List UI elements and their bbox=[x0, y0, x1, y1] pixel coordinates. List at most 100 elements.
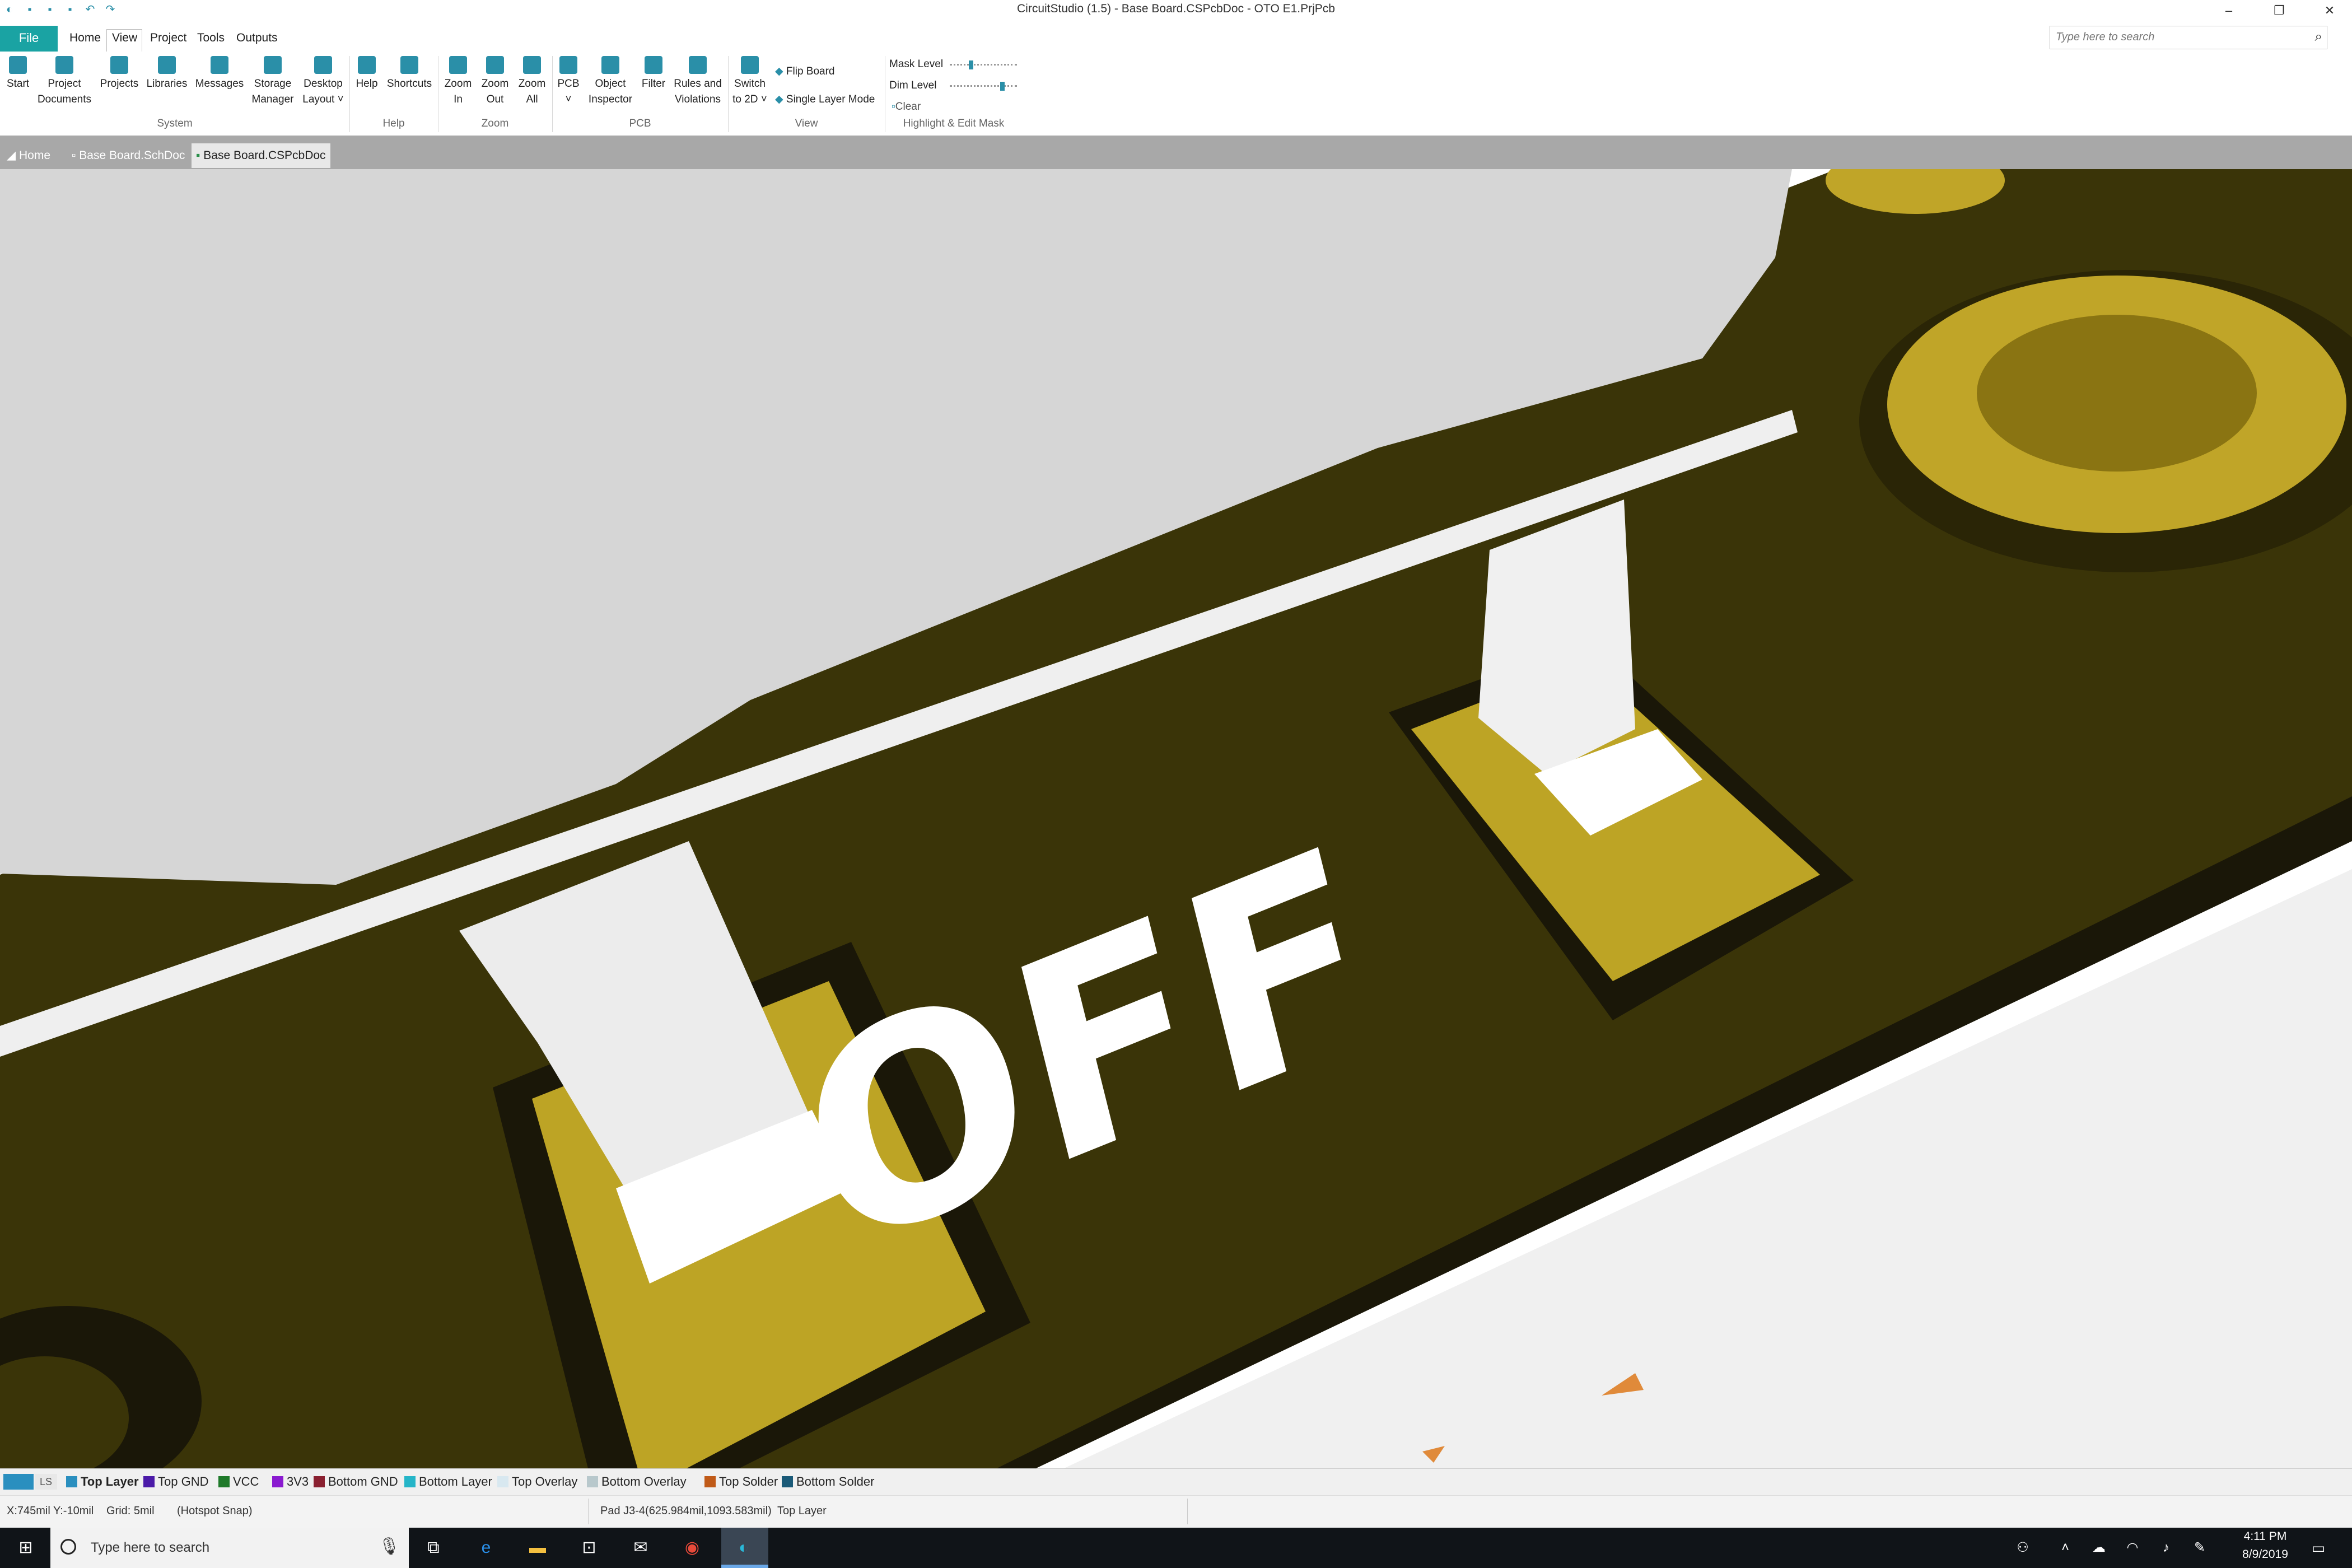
button-label: Zoom bbox=[444, 78, 472, 90]
layer-tab-vcc[interactable]: VCC bbox=[218, 1473, 259, 1491]
group-label-highlight-edit-mask: Highlight & Edit Mask bbox=[903, 118, 1005, 129]
zoom-in-button[interactable]: Zoom In bbox=[441, 56, 475, 108]
layer-tab-top-solder[interactable]: Top Solder bbox=[704, 1473, 778, 1491]
shortcuts-button[interactable]: Shortcuts bbox=[383, 56, 436, 92]
start-button[interactable]: Start bbox=[4, 56, 31, 92]
button-label: Documents bbox=[37, 94, 92, 105]
network-icon[interactable]: ◠ bbox=[2120, 1536, 2145, 1560]
chrome-icon[interactable]: ◉ bbox=[680, 1536, 704, 1560]
flip-board-button[interactable]: ◆ Flip Board bbox=[775, 65, 835, 78]
tab-home[interactable]: ◢ Home bbox=[2, 143, 55, 168]
menu-view[interactable]: View bbox=[112, 31, 137, 45]
layer-color-swatch bbox=[314, 1476, 325, 1487]
switch-to-2d-button[interactable]: Switch to 2D ˅ bbox=[730, 56, 769, 108]
layer-tab-bottom-gnd[interactable]: Bottom GND bbox=[314, 1473, 398, 1491]
menu-home[interactable]: Home bbox=[69, 31, 101, 45]
pcb-tab-icon: ▪ bbox=[196, 149, 204, 162]
shortcuts-icon bbox=[400, 56, 418, 74]
windows-start-icon[interactable]: ⊞ bbox=[13, 1536, 38, 1560]
desktop-layout-button[interactable]: Desktop Layout ˅ bbox=[299, 56, 347, 108]
onedrive-icon[interactable]: ☁ bbox=[2087, 1536, 2111, 1560]
search-icon[interactable]: ⌕ bbox=[2315, 29, 2322, 45]
task-view-icon[interactable]: ⧉ bbox=[421, 1536, 446, 1560]
projects-button[interactable]: Projects bbox=[96, 56, 142, 92]
menu-project[interactable]: Project bbox=[150, 31, 186, 45]
pcb-3d-viewport[interactable]: OFF bbox=[0, 169, 2352, 1468]
storage-manager-button[interactable]: Storage Manager bbox=[248, 56, 298, 108]
libraries-button[interactable]: Libraries bbox=[143, 56, 190, 92]
schematic-tab-icon: ▫ bbox=[72, 149, 80, 162]
search-input[interactable]: Type here to search ⌕ bbox=[2050, 26, 2327, 49]
button-label: Storage bbox=[254, 78, 292, 90]
taskbar-clock-date[interactable]: 8/9/2019 bbox=[2223, 1548, 2307, 1561]
layer-tab-top-overlay[interactable]: Top Overlay bbox=[497, 1473, 577, 1491]
home-icon bbox=[9, 56, 27, 74]
layer-tab-top-layer[interactable]: Top Layer bbox=[66, 1473, 139, 1491]
clear-icon: ▫ bbox=[892, 101, 895, 113]
dim-level-label: Dim Level bbox=[889, 80, 937, 91]
active-layer-color-icon[interactable] bbox=[3, 1474, 34, 1490]
menu-row bbox=[0, 26, 2352, 52]
messages-button[interactable]: Messages bbox=[193, 56, 246, 92]
tab-base-board-schdoc[interactable]: ▫ Base Board.SchDoc bbox=[67, 143, 189, 168]
projects-icon bbox=[110, 56, 128, 74]
clear-button[interactable]: ▫Clear bbox=[892, 101, 921, 113]
minimize-button[interactable]: – bbox=[2212, 2, 2246, 19]
menu-outputs[interactable]: Outputs bbox=[236, 31, 278, 45]
dim-level-slider-knob[interactable] bbox=[1000, 82, 1005, 91]
zoom-out-button[interactable]: Zoom Out bbox=[478, 56, 512, 108]
mask-level-slider[interactable] bbox=[950, 60, 1017, 73]
layer-label: Bottom Overlay bbox=[601, 1474, 687, 1488]
single-layer-mode-button[interactable]: ◆ Single Layer Mode bbox=[775, 93, 875, 106]
notifications-icon[interactable]: ▭ bbox=[2306, 1536, 2331, 1560]
group-label-help: Help bbox=[382, 118, 405, 129]
layer-tab-bottom-overlay[interactable]: Bottom Overlay bbox=[587, 1473, 687, 1491]
layer-label: Top Overlay bbox=[512, 1474, 578, 1488]
layer-tab-bottom-solder[interactable]: Bottom Solder bbox=[782, 1473, 874, 1491]
microphone-icon[interactable]: 🎙 bbox=[379, 1537, 400, 1556]
layer-set-button[interactable]: LS bbox=[35, 1474, 57, 1490]
layer-tab-3v3[interactable]: 3V3 bbox=[272, 1473, 309, 1491]
mail-icon[interactable]: ✉ bbox=[628, 1536, 653, 1560]
cortana-circle-icon bbox=[60, 1539, 76, 1555]
layer-color-swatch bbox=[704, 1476, 716, 1487]
zoom-all-button[interactable]: Zoom All bbox=[515, 56, 549, 108]
layer-tab-bottom-layer[interactable]: Bottom Layer bbox=[404, 1473, 492, 1491]
restore-button[interactable]: ❐ bbox=[2262, 2, 2296, 19]
file-explorer-icon[interactable]: ▬ bbox=[525, 1536, 550, 1560]
tab-label: Home bbox=[18, 149, 51, 162]
project-documents-button[interactable]: Project Documents bbox=[34, 56, 95, 108]
zoom-all-icon bbox=[523, 56, 541, 74]
store-icon[interactable]: ⊡ bbox=[577, 1536, 601, 1560]
layer-color-swatch bbox=[143, 1476, 155, 1487]
pen-icon[interactable]: ✎ bbox=[2187, 1536, 2212, 1560]
tab-label: Base Board.CSPcbDoc bbox=[203, 149, 326, 162]
menu-tools[interactable]: Tools bbox=[197, 31, 225, 45]
cursor-coordinates: X:745mil Y:-10mil bbox=[7, 1505, 94, 1517]
clear-label: Clear bbox=[895, 101, 921, 113]
button-label: Violations bbox=[674, 94, 721, 105]
pcb-button[interactable]: PCB ˅ bbox=[554, 56, 582, 108]
tab-base-board-cspcbdoc[interactable]: ▪ Base Board.CSPcbDoc bbox=[192, 143, 330, 168]
layer-label: Bottom Layer bbox=[419, 1474, 492, 1488]
mask-level-slider-knob[interactable] bbox=[968, 60, 973, 69]
menu-file[interactable]: File bbox=[0, 26, 58, 52]
window-title: CircuitStudio (1.5) - Base Board.CSPcbDo… bbox=[1017, 2, 1335, 15]
people-icon[interactable]: ⚇ bbox=[2010, 1536, 2035, 1560]
volume-icon[interactable]: ♪ bbox=[2154, 1536, 2178, 1560]
button-label: Manager bbox=[251, 94, 294, 105]
dim-level-slider[interactable] bbox=[950, 82, 1017, 95]
edge-browser-icon[interactable]: e bbox=[474, 1536, 498, 1560]
layer-tab-top-gnd[interactable]: Top GND bbox=[143, 1473, 208, 1491]
close-button[interactable]: ✕ bbox=[2313, 2, 2346, 19]
button-label: In bbox=[454, 94, 463, 105]
object-inspector-button[interactable]: Object Inspector bbox=[584, 56, 637, 108]
filter-button[interactable]: Filter bbox=[638, 56, 669, 92]
taskbar-clock-time[interactable]: 4:11 PM bbox=[2223, 1530, 2307, 1543]
taskbar-search-box[interactable]: Type here to search 🎙 bbox=[50, 1528, 409, 1568]
help-button[interactable]: Help bbox=[352, 56, 382, 92]
show-hidden-icons-icon[interactable]: ˄ bbox=[2053, 1536, 2078, 1560]
group-label-zoom: Zoom bbox=[481, 118, 509, 129]
rules-violations-button[interactable]: Rules and Violations bbox=[670, 56, 726, 108]
status-divider bbox=[588, 1499, 589, 1524]
